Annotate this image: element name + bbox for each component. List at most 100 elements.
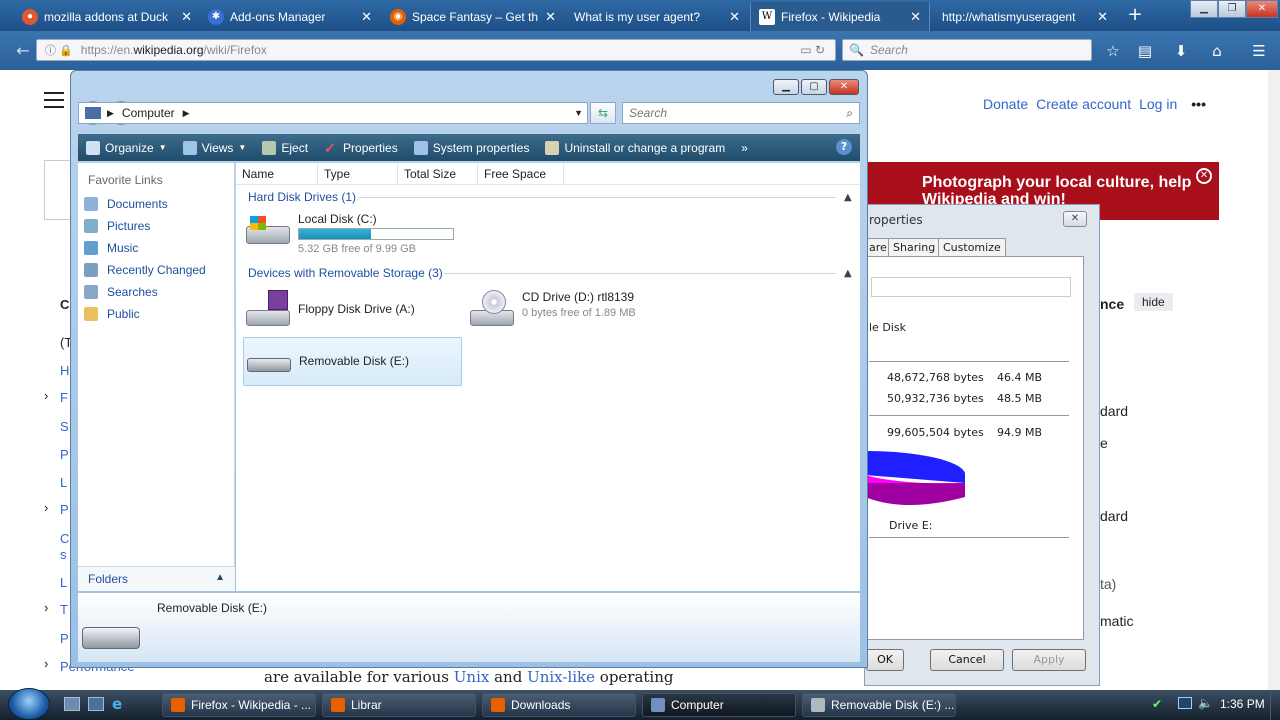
nav-recently-changed[interactable]: Recently Changed xyxy=(84,263,206,277)
toc-fragment[interactable]: S xyxy=(60,419,69,434)
new-tab-button[interactable]: + xyxy=(1124,4,1146,26)
create-account-link[interactable]: Create account xyxy=(1036,96,1131,112)
window-close-button[interactable]: ✕ xyxy=(1246,0,1278,18)
tab-customize[interactable]: Customize xyxy=(938,238,1006,256)
tab-addons-manager[interactable]: ✱ Add-ons Manager ✕ xyxy=(200,2,380,31)
column-type[interactable]: Type xyxy=(318,163,398,185)
toc-fragment[interactable]: P xyxy=(60,631,69,646)
minimize-button[interactable]: ▁ xyxy=(773,79,799,95)
properties-button[interactable]: ✓ Properties xyxy=(316,141,406,155)
close-icon[interactable]: ✕ xyxy=(1196,168,1212,184)
chevron-up-icon[interactable]: ▲ xyxy=(215,572,225,583)
home-icon[interactable]: ⌂ xyxy=(1206,40,1228,62)
uninstall-program-button[interactable]: Uninstall or change a program xyxy=(537,140,733,155)
apply-button[interactable]: Apply xyxy=(1012,649,1086,671)
volume-icon[interactable]: 🔈 xyxy=(1198,696,1213,710)
chevron-right-icon[interactable]: › xyxy=(44,500,48,515)
chevron-down-icon[interactable]: ▼ xyxy=(574,108,583,118)
more-options-icon[interactable]: ••• xyxy=(1191,96,1206,112)
chevron-right-icon[interactable]: › xyxy=(44,388,48,403)
refresh-icon[interactable]: ⇆ xyxy=(590,102,616,124)
volume-label-input[interactable] xyxy=(871,277,1071,297)
chevron-right-icon[interactable]: › xyxy=(44,656,48,671)
system-properties-button[interactable]: System properties xyxy=(406,140,538,155)
maximize-button[interactable]: ▢ xyxy=(801,79,827,95)
nav-music[interactable]: Music xyxy=(84,241,138,255)
safely-remove-hardware-icon[interactable]: ✔ xyxy=(1152,697,1162,711)
switch-windows-icon[interactable] xyxy=(88,697,104,711)
close-icon[interactable]: ✕ xyxy=(361,9,372,25)
system-clock[interactable]: 1:36 PM xyxy=(1220,697,1265,711)
wiki-menu-icon[interactable] xyxy=(44,92,64,108)
cancel-button[interactable]: Cancel xyxy=(930,649,1004,671)
unix-like-link[interactable]: Unix-like xyxy=(527,668,595,686)
show-desktop-button[interactable] xyxy=(1270,690,1280,720)
nav-public[interactable]: Public xyxy=(84,307,140,321)
taskbar-removable-disk[interactable]: Removable Disk (E:) ... xyxy=(802,693,956,717)
taskbar-firefox[interactable]: Firefox - Wikipedia - ... xyxy=(162,693,316,717)
toc-fragment[interactable]: H xyxy=(60,363,69,378)
drive-removable-e[interactable]: Removable Disk (E:) xyxy=(243,337,462,386)
breadcrumb-computer[interactable]: Computer xyxy=(122,106,175,120)
chevron-up-icon[interactable]: ▲ xyxy=(844,192,852,203)
taskbar-downloads[interactable]: Downloads xyxy=(482,693,636,717)
toc-fragment[interactable]: P xyxy=(60,447,69,462)
explorer-address-bar[interactable]: ▶ Computer ▶ ▼ xyxy=(78,102,588,124)
close-button[interactable]: ✕ xyxy=(829,79,859,95)
donate-link[interactable]: Donate xyxy=(983,96,1028,112)
tab-space-fantasy[interactable]: ◉ Space Fantasy – Get th ✕ xyxy=(382,2,564,31)
tab-duckduckgo[interactable]: ● mozilla addons at Duck ✕ xyxy=(14,2,200,31)
column-name[interactable]: Name xyxy=(236,163,318,185)
group-removable-storage[interactable]: Devices with Removable Storage (3) xyxy=(248,266,443,280)
breadcrumb-arrow-icon[interactable]: ▶ xyxy=(107,108,114,119)
bookmark-star-icon[interactable]: ☆ xyxy=(1102,40,1124,62)
close-icon[interactable]: ✕ xyxy=(181,9,192,25)
column-total-size[interactable]: Total Size xyxy=(398,163,478,185)
ok-button[interactable]: OK xyxy=(866,649,904,671)
more-commands-icon[interactable]: » xyxy=(733,141,756,155)
network-icon[interactable] xyxy=(1178,697,1192,709)
help-icon[interactable]: ? xyxy=(836,139,852,155)
library-icon[interactable]: ▤ xyxy=(1134,40,1156,62)
eject-button[interactable]: Eject xyxy=(254,140,316,155)
drive-cd-d[interactable]: CD Drive (D:) rtl8139 0 bytes free of 1.… xyxy=(468,290,636,326)
drive-local-disk-c[interactable]: Local Disk (C:) 5.32 GB free of 9.99 GB xyxy=(244,212,454,255)
toc-fragment[interactable]: C xyxy=(60,531,69,546)
chevron-right-icon[interactable]: › xyxy=(44,600,48,615)
group-hard-disk-drives[interactable]: Hard Disk Drives (1) xyxy=(248,190,356,204)
toc-fragment[interactable]: F xyxy=(60,390,68,405)
explorer-search-input[interactable]: Search ⌕ xyxy=(622,102,860,124)
folders-toggle[interactable]: Folders ▲ xyxy=(78,566,235,591)
organize-button[interactable]: Organize ▼ xyxy=(78,140,175,155)
taskbar-computer[interactable]: Computer xyxy=(642,693,796,717)
close-icon[interactable]: ✕ xyxy=(729,9,740,25)
unix-link[interactable]: Unix xyxy=(454,668,490,686)
chevron-up-icon[interactable]: ▲ xyxy=(844,268,852,279)
tab-whatismyuseragent[interactable]: http://whatismyuseragent ✕ xyxy=(934,2,1116,31)
internet-explorer-icon[interactable]: e xyxy=(112,696,128,712)
window-restore-button[interactable]: ❐ xyxy=(1218,0,1246,18)
toc-fragment[interactable]: P xyxy=(60,502,69,517)
window-minimize-button[interactable]: ▁ xyxy=(1190,0,1218,18)
column-free-space[interactable]: Free Space xyxy=(478,163,564,185)
info-icon[interactable]: ⓘ 🔒 xyxy=(45,42,73,58)
hide-button[interactable]: hide xyxy=(1134,293,1173,311)
close-icon[interactable]: ✕ xyxy=(545,9,556,25)
page-scrollbar[interactable] xyxy=(1268,70,1280,690)
menu-hamburger-icon[interactable]: ☰ xyxy=(1248,40,1270,62)
tab-sharing[interactable]: Sharing xyxy=(888,238,941,256)
toc-fragment[interactable]: T xyxy=(60,602,68,617)
drive-floppy-a[interactable]: Floppy Disk Drive (A:) xyxy=(244,290,415,326)
toc-fragment[interactable]: L xyxy=(60,475,67,490)
show-desktop-icon[interactable] xyxy=(64,697,80,711)
views-button[interactable]: Views ▼ xyxy=(175,140,255,155)
tab-firefox-wikipedia[interactable]: W Firefox - Wikipedia ✕ xyxy=(750,2,930,31)
reader-view-icon[interactable]: ▭ ↻ xyxy=(800,43,825,57)
log-in-link[interactable]: Log in xyxy=(1139,96,1177,112)
start-button[interactable] xyxy=(8,688,50,720)
nav-documents[interactable]: Documents xyxy=(84,197,168,211)
close-icon[interactable]: ✕ xyxy=(910,9,921,25)
nav-searches[interactable]: Searches xyxy=(84,285,158,299)
back-arrow-icon[interactable]: ← xyxy=(12,40,34,62)
toc-fragment[interactable]: L xyxy=(60,575,67,590)
